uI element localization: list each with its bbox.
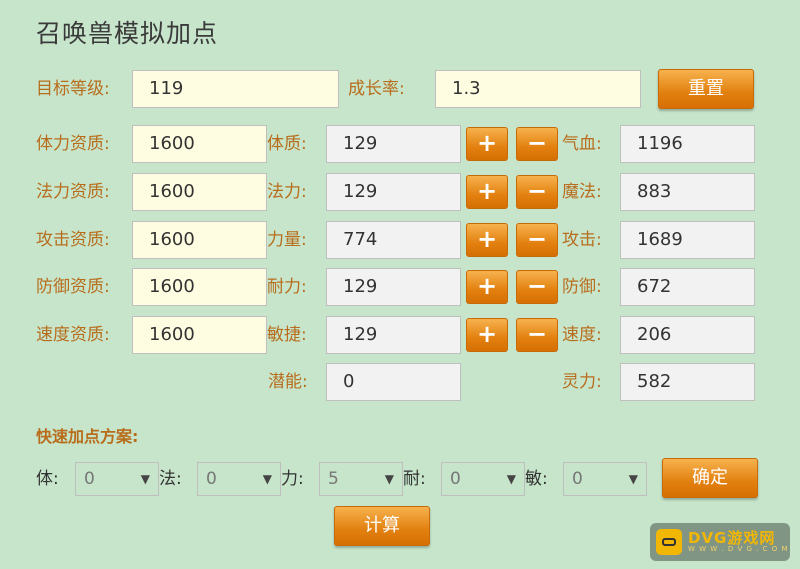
result-label-speed: 速度: xyxy=(562,325,602,345)
aptitude-label-attack: 攻击资质: xyxy=(36,230,110,250)
aptitude-label-defense: 防御资质: xyxy=(36,277,110,297)
watermark-logo: DVG游戏网 W W W . D V G . C O M xyxy=(650,523,790,561)
minus-button-endurance[interactable]: − xyxy=(516,270,558,304)
result-value-mana: 883 xyxy=(620,173,755,211)
result-value-attack: 1689 xyxy=(620,221,755,259)
stat-label-endurance: 耐力: xyxy=(267,277,307,297)
aptitude-input-defense[interactable]: 1600 xyxy=(132,268,267,306)
reset-button[interactable]: 重置 xyxy=(658,69,754,109)
stat-value-magic: 129 xyxy=(326,173,461,211)
dropdown-arrow-icon: ▼ xyxy=(506,472,516,486)
quick-plan-title: 快速加点方案: xyxy=(36,427,139,446)
target-level-label: 目标等级: xyxy=(36,79,110,99)
quick-select-value: 0 xyxy=(572,469,583,489)
stat-label-agility: 敏捷: xyxy=(267,325,307,345)
confirm-button[interactable]: 确定 xyxy=(662,458,758,498)
spirit-label: 灵力: xyxy=(562,372,602,392)
watermark-url: W W W . D V G . C O M xyxy=(688,545,789,553)
minus-button-agility[interactable]: − xyxy=(516,318,558,352)
quick-label-magic: 法: xyxy=(159,469,182,489)
quick-label-endurance: 耐: xyxy=(403,469,426,489)
stat-value-endurance: 129 xyxy=(326,268,461,306)
plus-button-constitution[interactable]: + xyxy=(466,127,508,161)
result-value-hp: 1196 xyxy=(620,125,755,163)
quick-label-constitution: 体: xyxy=(36,469,59,489)
aptitude-input-hp[interactable]: 1600 xyxy=(132,125,267,163)
quick-select-constitution[interactable]: 0 ▼ xyxy=(75,462,159,496)
stat-label-strength: 力量: xyxy=(267,230,307,250)
spirit-value: 582 xyxy=(620,363,755,401)
quick-select-value: 5 xyxy=(328,469,339,489)
plus-button-magic[interactable]: + xyxy=(466,175,508,209)
growth-rate-label: 成长率: xyxy=(348,79,405,99)
aptitude-input-attack[interactable]: 1600 xyxy=(132,221,267,259)
minus-button-magic[interactable]: − xyxy=(516,175,558,209)
result-value-defense: 672 xyxy=(620,268,755,306)
stat-label-magic: 法力: xyxy=(267,182,307,202)
minus-button-strength[interactable]: − xyxy=(516,223,558,257)
aptitude-label-speed: 速度资质: xyxy=(36,325,110,345)
quick-select-strength[interactable]: 5 ▼ xyxy=(319,462,403,496)
quick-select-magic[interactable]: 0 ▼ xyxy=(197,462,281,496)
quick-select-endurance[interactable]: 0 ▼ xyxy=(441,462,525,496)
aptitude-input-speed[interactable]: 1600 xyxy=(132,316,267,354)
quick-label-agility: 敏: xyxy=(525,469,548,489)
gamepad-icon xyxy=(656,529,682,555)
plus-button-endurance[interactable]: + xyxy=(466,270,508,304)
aptitude-label-hp: 体力资质: xyxy=(36,134,110,154)
growth-rate-input[interactable]: 1.3 xyxy=(435,70,641,108)
result-label-hp: 气血: xyxy=(562,134,602,154)
quick-label-strength: 力: xyxy=(281,469,304,489)
dropdown-arrow-icon: ▼ xyxy=(384,472,394,486)
target-level-input[interactable]: 119 xyxy=(132,70,339,108)
dropdown-arrow-icon: ▼ xyxy=(140,472,150,486)
stat-label-constitution: 体质: xyxy=(267,134,307,154)
dropdown-arrow-icon: ▼ xyxy=(262,472,272,486)
quick-select-agility[interactable]: 0 ▼ xyxy=(563,462,647,496)
aptitude-label-mana: 法力资质: xyxy=(36,182,110,202)
result-label-defense: 防御: xyxy=(562,277,602,297)
potential-value: 0 xyxy=(326,363,461,401)
plus-button-agility[interactable]: + xyxy=(466,318,508,352)
potential-label: 潜能: xyxy=(268,372,308,392)
minus-button-constitution[interactable]: − xyxy=(516,127,558,161)
page-title: 召唤兽模拟加点 xyxy=(36,19,219,48)
plus-button-strength[interactable]: + xyxy=(466,223,508,257)
stat-value-agility: 129 xyxy=(326,316,461,354)
quick-select-value: 0 xyxy=(84,469,95,489)
aptitude-input-mana[interactable]: 1600 xyxy=(132,173,267,211)
stat-value-constitution: 129 xyxy=(326,125,461,163)
stat-value-strength: 774 xyxy=(326,221,461,259)
quick-select-value: 0 xyxy=(206,469,217,489)
result-value-speed: 206 xyxy=(620,316,755,354)
dropdown-arrow-icon: ▼ xyxy=(628,472,638,486)
calculate-button[interactable]: 计算 xyxy=(334,506,430,546)
result-label-attack: 攻击: xyxy=(562,230,602,250)
quick-select-value: 0 xyxy=(450,469,461,489)
result-label-mana: 魔法: xyxy=(562,182,602,202)
